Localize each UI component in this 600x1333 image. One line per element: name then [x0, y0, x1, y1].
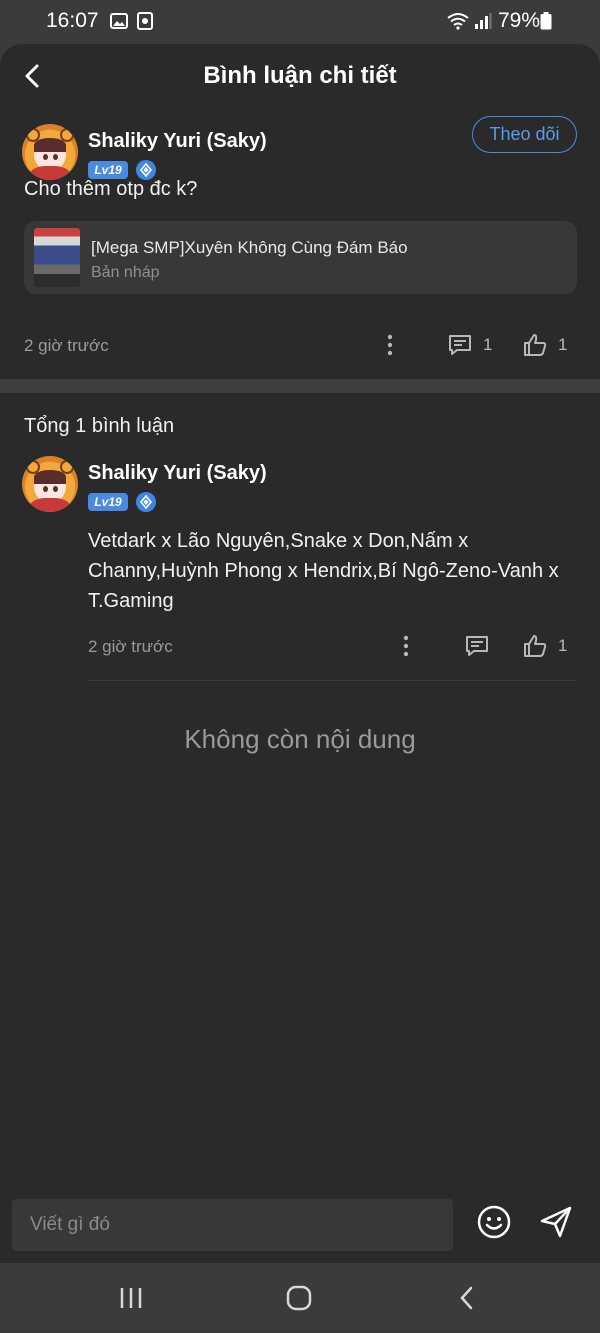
send-button[interactable] [538, 1204, 574, 1240]
comment-time: 2 giờ trước [88, 637, 173, 656]
screen-record-icon [137, 12, 153, 30]
send-icon [540, 1206, 572, 1238]
app-bar: Bình luận chi tiết [0, 44, 600, 108]
post-time: 2 giờ trước [24, 336, 109, 355]
avatar-hair [34, 470, 66, 484]
page-title: Bình luận chi tiết [203, 62, 397, 89]
story-cover-thumbnail [34, 228, 80, 287]
reply-button[interactable] [464, 633, 490, 659]
section-divider [0, 379, 600, 393]
comment-total-label: Tổng 1 bình luận [24, 415, 175, 437]
story-title: [Mega SMP]Xuyên Không Cùng Đám Báo [91, 238, 408, 257]
battery-icon [540, 12, 552, 30]
gallery-icon [110, 13, 128, 29]
emoji-icon [477, 1205, 511, 1239]
avatar[interactable] [22, 456, 78, 512]
follow-button[interactable]: Theo dõi [472, 116, 577, 153]
level-badge: Lv19 [88, 161, 128, 179]
recent-apps-icon [120, 1288, 142, 1308]
comment-button[interactable]: 1 [447, 332, 492, 358]
system-back-button[interactable] [449, 1283, 485, 1313]
signal-icon [475, 13, 492, 29]
avatar-eye-left [43, 154, 48, 160]
system-nav-bar [0, 1263, 600, 1333]
comment-author-name[interactable]: Shaliky Yuri (Saky) [88, 462, 267, 485]
chevron-left-icon [460, 1286, 473, 1310]
avatar-eye-right [53, 154, 58, 160]
comment-like-button[interactable]: 1 [522, 633, 567, 659]
story-status: Bản nháp [91, 264, 160, 281]
battery-percentage: 79% [498, 9, 541, 32]
comment-icon [449, 335, 471, 355]
avatar-body [30, 498, 70, 512]
avatar-eye-left [43, 486, 48, 492]
wifi-icon [447, 13, 469, 30]
app-screen: Bình luận chi tiết Shaliky Yuri (Saky) L… [0, 44, 600, 1263]
thumbs-up-icon [524, 334, 547, 356]
emoji-button[interactable] [476, 1204, 512, 1240]
more-vertical-icon [403, 635, 409, 657]
comment-more-options-button[interactable] [396, 633, 416, 659]
level-badge: Lv19 [88, 493, 128, 511]
comment-divider [88, 680, 577, 681]
avatar-hair [34, 138, 66, 152]
home-icon [286, 1285, 312, 1311]
home-button[interactable] [281, 1283, 317, 1313]
post-author-name[interactable]: Shaliky Yuri (Saky) [88, 130, 267, 153]
end-of-list-message: Không còn nội dung [184, 724, 416, 754]
comment-text: Vetdark x Lão Nguyên,Snake x Don,Nấm x C… [88, 530, 559, 612]
like-count: 1 [558, 335, 568, 354]
thumbs-up-icon [524, 635, 547, 657]
status-bar: 16:07 79% [0, 0, 600, 44]
avatar[interactable] [22, 124, 78, 180]
recent-apps-button[interactable] [113, 1283, 149, 1313]
comment-icon [466, 636, 488, 656]
comment-like-count: 1 [558, 636, 568, 655]
attached-story-card[interactable]: [Mega SMP]Xuyên Không Cùng Đám Báo Bản n… [24, 221, 577, 294]
like-button[interactable]: 1 [522, 332, 567, 358]
more-options-button[interactable] [380, 332, 400, 358]
more-vertical-icon [387, 334, 393, 356]
verified-badge-icon [136, 160, 156, 180]
comment-count: 1 [483, 335, 493, 354]
avatar-eye-right [53, 486, 58, 492]
comment-input[interactable]: Viết gì đó [12, 1199, 453, 1251]
post-text: Cho thêm otp đc k? [24, 178, 198, 200]
status-time: 16:07 [46, 9, 99, 32]
verified-badge-icon [136, 492, 156, 512]
comment-composer: Viết gì đó [0, 1194, 600, 1263]
